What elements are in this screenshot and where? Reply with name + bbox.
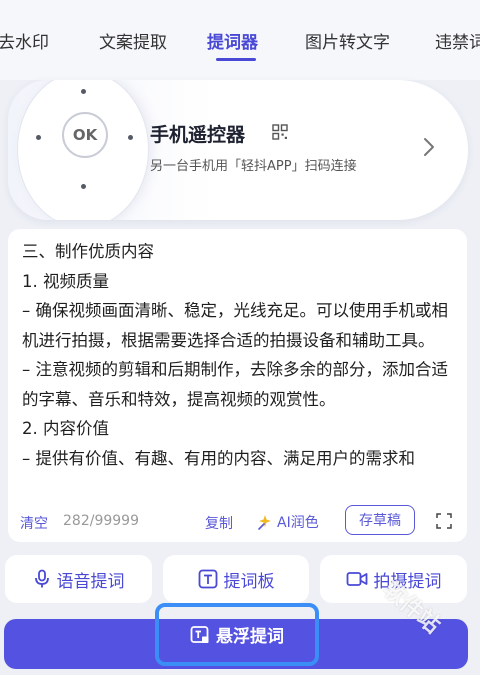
dpad-ok-button: OK [62, 112, 108, 158]
tab-banned-words[interactable]: 违禁词 [435, 28, 480, 53]
save-draft-button[interactable]: 存草稿 [345, 505, 415, 535]
copy-button[interactable]: 复制 [205, 513, 233, 533]
dpad-down-dot [81, 184, 86, 189]
dpad-right-dot [128, 135, 133, 140]
phone-remote-card[interactable]: OK 手机遥控器 另一台手机用「轻抖APP」扫码连接 [8, 80, 468, 220]
ai-polish-button[interactable]: AI润色 [256, 512, 319, 532]
dpad-up-dot [81, 89, 86, 94]
character-count: 282/99999 [63, 513, 139, 529]
script-line: 2. 内容价值 [22, 419, 109, 438]
remote-dpad-graphic: OK [18, 80, 148, 220]
magic-wand-icon [258, 515, 271, 530]
fullscreen-expand-icon[interactable] [436, 513, 452, 529]
remote-title: 手机遥控器 [150, 124, 246, 146]
active-tab-indicator [216, 58, 256, 61]
float-prompt-label: 悬浮提词 [216, 627, 284, 647]
editor-footer: 清空 282/99999 复制 AI润色 存草稿 [8, 503, 467, 539]
prompt-board-button[interactable]: 提词板 [163, 555, 309, 603]
dpad-left-dot [36, 135, 41, 140]
script-line: 三、制作优质内容 [22, 242, 154, 261]
tab-teleprompter[interactable]: 提词器 [207, 28, 258, 53]
float-prompt-button[interactable]: 悬浮提词 [155, 603, 319, 666]
script-line: 1. 视频质量 [22, 271, 109, 291]
remote-subtitle: 另一台手机用「轻抖APP」扫码连接 [150, 159, 357, 174]
qr-code-icon [272, 124, 288, 140]
video-camera-icon [346, 572, 367, 586]
clear-button[interactable]: 清空 [20, 513, 48, 533]
script-text-area[interactable]: 三、制作优质内容 1. 视频质量 – 确保视频画面清晰、稳定，光线充足。可以使用… [22, 237, 452, 502]
script-line: – 确保视频画面清晰、稳定，光线充足。可以使用手机或相机进行拍摄，根据需要选择合… [22, 301, 448, 350]
ai-polish-label: AI润色 [277, 515, 319, 531]
tab-image-to-text[interactable]: 图片转文字 [305, 28, 390, 53]
voice-prompt-button[interactable]: 语音提词 [5, 555, 152, 603]
float-window-icon [190, 625, 209, 643]
chevron-right-icon [424, 138, 434, 156]
tab-copy-extract[interactable]: 文案提取 [99, 28, 167, 53]
script-editor-card: 三、制作优质内容 1. 视频质量 – 确保视频画面清晰、稳定，光线充足。可以使用… [8, 229, 467, 542]
script-line: – 注意视频的剪辑和后期制作，去除多余的部分，添加合适的字幕、音乐和特效，提高视… [22, 360, 448, 409]
text-box-icon [198, 569, 217, 589]
tab-watermark-removal[interactable]: 去水印 [0, 28, 49, 53]
script-line: – 提供有价值、有趣、有用的内容、满足用户的需求和 [22, 448, 415, 468]
microphone-icon [34, 569, 49, 588]
prompt-board-label: 提词板 [223, 571, 275, 592]
voice-prompt-label: 语音提词 [56, 571, 125, 592]
tab-bar: 去水印 文案提取 提词器 图片转文字 违禁词 [0, 0, 480, 80]
